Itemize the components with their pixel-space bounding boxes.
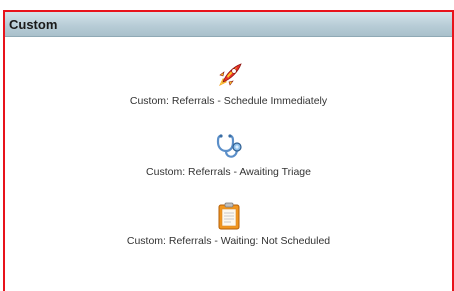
tile-waiting-not-scheduled[interactable]: Custom: Referrals - Waiting: Not Schedul… — [5, 201, 452, 247]
stethoscope-icon — [214, 132, 244, 162]
tile-schedule-immediately[interactable]: Custom: Referrals - Schedule Immediately — [5, 61, 452, 107]
tile-label: Custom: Referrals - Waiting: Not Schedul… — [126, 235, 331, 247]
rocket-icon — [214, 61, 244, 91]
tile-awaiting-triage[interactable]: Custom: Referrals - Awaiting Triage — [5, 132, 452, 178]
panel-header: Custom — [5, 12, 452, 37]
clipboard-icon — [214, 201, 244, 231]
panel-title: Custom — [9, 16, 58, 32]
custom-panel: Custom Custom: Referrals - Schedule Imme… — [3, 10, 454, 291]
tile-label: Custom: Referrals - Awaiting Triage — [146, 166, 311, 178]
tile-label: Custom: Referrals - Schedule Immediately — [129, 95, 328, 107]
